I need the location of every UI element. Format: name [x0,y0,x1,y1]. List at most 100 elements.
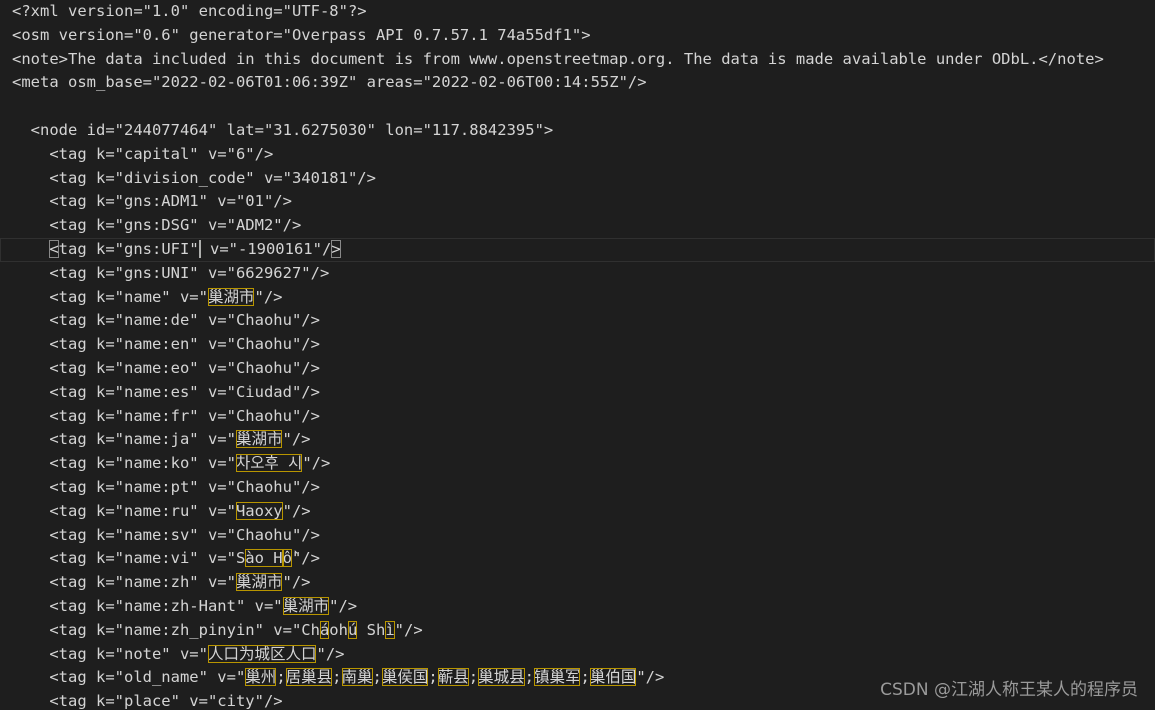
code-text: ; [372,668,382,687]
code-line[interactable]: <tag k="note" v="人口为城区人口"/> [12,643,1155,667]
code-text: "/> [291,549,320,568]
unicode-highlight: 차오후 시 [235,454,303,473]
code-text: <tag k="gns:UNI" v="6629627"/> [12,263,330,282]
code-text: ; [428,668,438,687]
code-text: oh [329,620,348,639]
code-text: <tag k="name:en" v="Chaohu"/> [12,335,320,354]
unicode-highlight: Чаоху [235,501,283,520]
code-text: <tag k="name:es" v="Ciudad"/> [12,382,320,401]
code-line[interactable]: <tag k="name:de" v="Chaohu"/> [12,309,1155,333]
code-text: <tag k="name:ru" v=" [12,501,236,520]
code-text: tag k="gns:UFI" [58,239,199,258]
code-text: <tag k="name:zh_pinyin" v="Ch [12,620,320,639]
code-text: v="-1900161"/ [200,239,332,258]
code-line[interactable]: <tag k="name:ja" v="巢湖市"/> [12,428,1155,452]
code-text: <?xml version="1.0" encoding="UTF-8"?> [12,2,367,20]
code-text: "/> [282,573,311,592]
code-text: ; [332,668,342,687]
unicode-highlight: ú [347,620,358,639]
code-text: <node id="244077464" lat="31.6275030" lo… [12,120,554,139]
code-editor[interactable]: <?xml version="1.0" encoding="UTF-8"?> <o… [0,0,1155,710]
code-line[interactable]: <tag k="name:eo" v="Chaohu"/> [12,357,1155,381]
code-text: ; [468,668,479,687]
code-text: Sh [357,620,386,639]
code-text: <meta osm_base="2022-02-06T01:06:39Z" ar… [12,73,647,92]
csdn-watermark: CSDN @江湖人称王某人的程序员 [880,680,1138,700]
unicode-highlight: 镇巢军 [533,668,581,687]
code-line[interactable]: <tag k="gns:UFI" v="-1900161"/> [0,237,1155,262]
code-line[interactable]: <tag k="name:fr" v="Chaohu"/> [12,405,1155,429]
code-line[interactable]: <tag k="gns:DSG" v="ADM2"/> [12,214,1155,238]
code-text: <tag k="old_name" v=" [12,668,246,687]
code-line[interactable]: <tag k="name:sv" v="Chaohu"/> [12,524,1155,548]
unicode-highlight: 巢侯国 [381,668,429,687]
code-text: "/> [636,668,665,687]
code-text: <tag k="gns:DSG" v="ADM2"/> [12,216,302,235]
code-line[interactable]: <node id="244077464" lat="31.6275030" lo… [12,119,1155,143]
matched-bracket: < [49,239,59,258]
code-line[interactable]: <tag k="capital" v="6"/> [12,143,1155,167]
code-text: <tag k="name:eo" v="Chaohu"/> [12,358,320,377]
unicode-highlight: 巢湖市 [235,573,283,592]
unicode-highlight: 巢城县 [478,668,525,687]
code-text: <tag k="name" v=" [12,287,208,306]
unicode-highlight: ào H [245,549,283,568]
code-text: <tag k="name:ja" v=" [12,430,236,449]
code-line[interactable]: <tag k="name:zh" v="巢湖市"/> [12,571,1155,595]
unicode-highlight: ồ [282,549,292,568]
code-text: <tag k="name:fr" v="Chaohu"/> [12,406,320,425]
code-text: <tag k="name:de" v="Chaohu"/> [12,311,320,330]
unicode-highlight: 南巢 [341,668,373,687]
code-text: <tag k="note" v=" [12,644,208,663]
code-area[interactable]: <?xml version="1.0" encoding="UTF-8"?> <o… [0,0,1155,710]
code-text: "/> [316,644,345,663]
code-text: <tag k="name:sv" v="Chaohu"/> [12,525,320,544]
code-text: <tag k="name:ko" v=" [12,454,236,473]
code-text: <tag k="name:zh" v=" [12,573,236,592]
matched-bracket: > [331,239,341,258]
code-line[interactable]: <tag k="name" v="巢湖市"/> [12,286,1155,310]
code-text: "/> [282,501,311,520]
code-line[interactable]: <meta osm_base="2022-02-06T01:06:39Z" ar… [12,71,1155,95]
code-text: <tag k="gns:ADM1" v="01"/> [12,192,292,211]
code-line[interactable]: <tag k="name:pt" v="Chaohu"/> [12,476,1155,500]
unicode-highlight: 巢湖市 [282,596,330,615]
code-text: <tag k="name:vi" v="S [12,549,246,568]
unicode-highlight: 巢州 [245,668,277,687]
code-line[interactable]: <tag k="name:es" v="Ciudad"/> [12,381,1155,405]
code-text: "/> [302,454,331,473]
unicode-highlight: 居巢县 [285,668,333,687]
code-line[interactable]: <tag k="division_code" v="340181"/> [12,167,1155,191]
code-text: <note>The data included in this document… [12,49,1104,68]
unicode-highlight: 巢湖市 [207,287,255,306]
code-line[interactable]: <tag k="name:zh-Hant" v="巢湖市"/> [12,595,1155,619]
unicode-highlight: 巢伯国 [589,668,637,687]
code-text: <tag k="capital" v="6"/> [12,144,274,163]
code-line[interactable]: <tag k="name:zh_pinyin" v="Cháohú Shì"/> [12,619,1155,643]
code-line[interactable]: <tag k="name:ru" v="Чаоху"/> [12,500,1155,524]
unicode-highlight: ì [385,620,395,639]
code-text: <tag k="division_code" v="340181"/> [12,168,376,187]
code-text: <osm version="0.6" generator="Overpass A… [12,25,591,44]
code-line[interactable]: <tag k="name:ko" v="차오후 시"/> [12,452,1155,476]
unicode-highlight: 人口为城区人口 [207,644,317,663]
code-line[interactable]: <tag k="gns:ADM1" v="01"/> [12,190,1155,214]
code-text: "/> [282,430,311,449]
code-text: ; [276,668,286,687]
unicode-highlight: á [319,620,330,639]
code-text: <tag k="place" v="city"/> [12,692,283,710]
code-text: ; [524,668,534,687]
code-text: "/> [394,620,423,639]
code-line[interactable]: <note>The data included in this document… [12,48,1155,72]
code-line[interactable]: <?xml version="1.0" encoding="UTF-8"?> [12,0,1155,24]
code-line[interactable]: <tag k="name:en" v="Chaohu"/> [12,333,1155,357]
code-line[interactable] [12,95,1155,119]
unicode-highlight: 蕲县 [437,668,469,687]
code-line[interactable]: <tag k="name:vi" v="Sào Hồ"/> [12,547,1155,571]
code-text: <tag k="name:zh-Hant" v=" [12,596,283,615]
code-line[interactable]: <osm version="0.6" generator="Overpass A… [12,24,1155,48]
code-text: ; [580,668,590,687]
code-line[interactable]: <tag k="gns:UNI" v="6629627"/> [12,262,1155,286]
unicode-highlight: 巢湖市 [235,430,283,449]
